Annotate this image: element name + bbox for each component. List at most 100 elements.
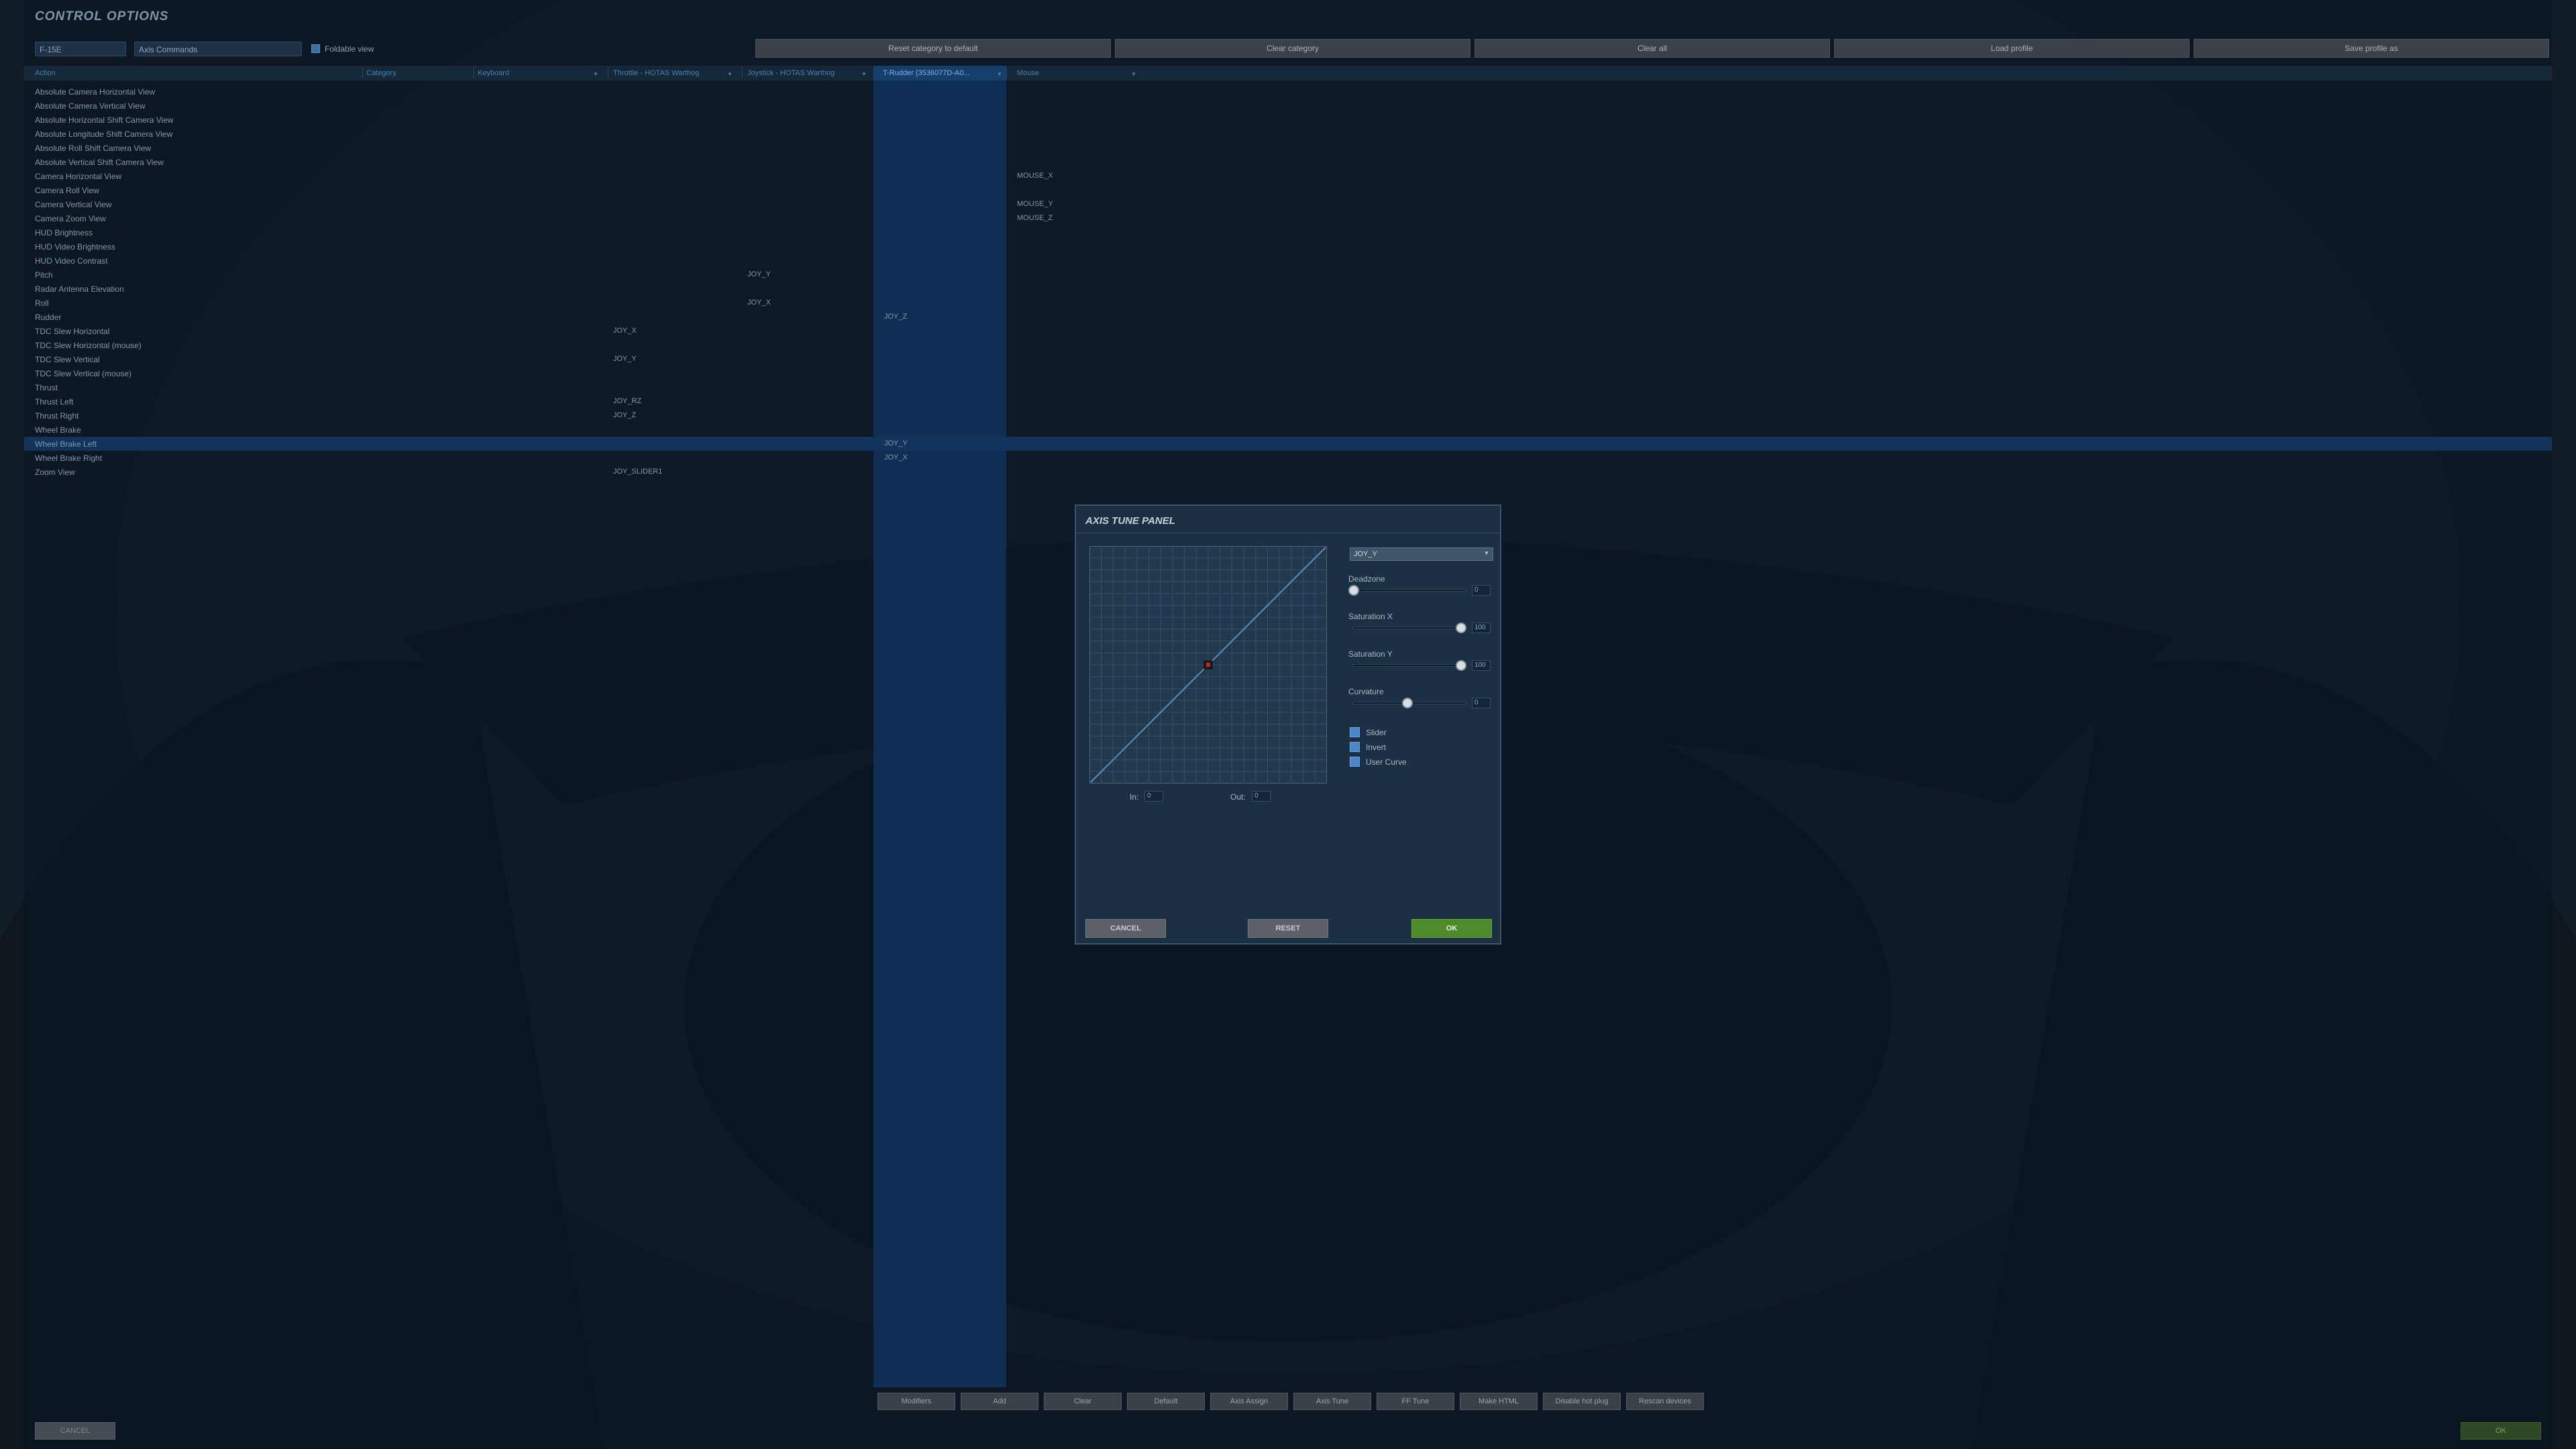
rudder-binding[interactable]: JOY_X [884,453,908,462]
ff-tune-button[interactable]: FF Tune [1377,1393,1454,1410]
out-value: 0 [1252,791,1271,802]
throttle-binding[interactable]: JOY_Z [613,411,636,419]
table-row[interactable] [24,366,2552,380]
deadzone-slider-handle[interactable] [1348,585,1359,596]
table-row[interactable] [24,324,2552,338]
table-row[interactable] [24,437,2552,451]
disable-hot-plug-button[interactable]: Disable hot plug [1543,1393,1621,1410]
saturation-y-slider-track[interactable] [1352,664,1466,667]
table-row[interactable] [24,282,2552,296]
axis-tune-button[interactable]: Axis Tune [1293,1393,1371,1410]
table-row[interactable] [24,155,2552,169]
mouse-binding[interactable]: MOUSE_Y [1017,200,1053,208]
axis-assign-button[interactable]: Axis Assign [1210,1393,1288,1410]
action-name: Wheel Brake Right [35,453,103,463]
curvature-slider-handle[interactable] [1402,698,1413,708]
axis-curve-graph[interactable] [1089,546,1327,784]
reset-category-button[interactable]: Reset category to default [755,39,1111,58]
joystick-binding[interactable]: JOY_Y [747,270,771,278]
table-row[interactable] [24,310,2552,324]
column-header-bar [24,66,2552,80]
axis-tune-reset-button[interactable]: RESET [1248,919,1328,938]
action-name: Absolute Roll Shift Camera View [35,144,152,153]
default-button[interactable]: Default [1127,1393,1205,1410]
saturation-x-slider-handle[interactable] [1456,623,1466,633]
deadzone-value[interactable]: 0 [1472,585,1491,596]
column-throttle[interactable]: Throttle - HOTAS Warthog [613,69,699,77]
rudder-binding[interactable]: JOY_Z [884,313,907,321]
saturation-x-value[interactable]: 100 [1472,623,1491,633]
table-row[interactable] [24,225,2552,239]
slider-checkbox[interactable] [1350,727,1360,737]
table-row[interactable] [24,169,2552,183]
table-row[interactable] [24,113,2552,127]
throttle-binding[interactable]: JOY_RZ [613,397,641,405]
axis-select-dropdown[interactable]: JOY_Y [1350,547,1493,561]
table-row[interactable] [24,211,2552,225]
throttle-binding[interactable]: JOY_SLIDER1 [613,468,662,476]
rudder-binding[interactable]: JOY_Y [884,439,908,447]
rescan-devices-button[interactable]: Rescan devices [1626,1393,1704,1410]
throttle-binding[interactable]: JOY_Y [613,355,637,363]
clear-button[interactable]: Clear [1044,1393,1122,1410]
aircraft-select[interactable]: F-15E [35,42,126,56]
add-button[interactable]: Add [961,1393,1038,1410]
cancel-button[interactable]: CANCEL [35,1422,115,1440]
deadzone-slider-track[interactable] [1352,589,1466,592]
ok-button[interactable]: OK [2461,1422,2541,1440]
table-row[interactable] [24,183,2552,197]
axis-tune-ok-button[interactable]: OK [1411,919,1492,938]
table-row[interactable] [24,465,2552,479]
action-name: Absolute Vertical Shift Camera View [35,158,164,167]
column-joystick[interactable]: Joystick - HOTAS Warthog [747,69,835,77]
throttle-binding[interactable]: JOY_X [613,327,637,335]
column-divider [1006,67,1007,79]
table-row[interactable] [24,423,2552,437]
clear-all-button[interactable]: Clear all [1474,39,1830,58]
table-row[interactable] [24,352,2552,366]
table-row[interactable] [24,380,2552,394]
saturation-x-slider-track[interactable] [1352,627,1466,629]
saturation-y-slider-handle[interactable] [1456,660,1466,671]
column-mouse[interactable]: Mouse [1017,69,1039,77]
make-html-button[interactable]: Make HTML [1460,1393,1538,1410]
table-row[interactable] [24,338,2552,352]
action-name: Wheel Brake [35,425,81,435]
user-curve-checkbox[interactable] [1350,757,1360,767]
curvature-value[interactable]: 0 [1472,698,1491,708]
load-profile-button[interactable]: Load profile [1834,39,2190,58]
joystick-binding[interactable]: JOY_X [747,299,771,307]
clear-category-button[interactable]: Clear category [1115,39,1470,58]
category-select[interactable]: Axis Commands [134,42,302,56]
table-row[interactable] [24,127,2552,141]
table-row[interactable] [24,254,2552,268]
action-name: Camera Vertical View [35,200,112,209]
action-name: Camera Zoom View [35,214,106,223]
mouse-binding[interactable]: MOUSE_Z [1017,214,1053,222]
in-value: 0 [1144,791,1163,802]
table-row[interactable] [24,141,2552,155]
column-keyboard[interactable]: Keyboard [478,69,509,77]
foldable-view-label: Foldable view [325,44,374,54]
action-name: Camera Roll View [35,186,99,195]
table-row[interactable] [24,85,2552,99]
action-name: Absolute Horizontal Shift Camera View [35,115,174,125]
mouse-binding[interactable]: MOUSE_X [1017,172,1053,180]
table-row[interactable] [24,197,2552,211]
table-row[interactable] [24,451,2552,465]
column-category[interactable]: Category [366,69,396,77]
foldable-view-checkbox[interactable] [311,44,320,53]
table-row[interactable] [24,239,2552,254]
axis-tune-cancel-button[interactable]: CANCEL [1085,919,1166,938]
column-rudder[interactable]: T-Rudder {3536077D-A0... [883,69,970,77]
table-row[interactable] [24,99,2552,113]
table-row[interactable] [24,296,2552,310]
save-profile-as-button[interactable]: Save profile as [2194,39,2549,58]
table-row[interactable] [24,409,2552,423]
column-action[interactable]: Action [35,69,56,77]
table-row[interactable] [24,268,2552,282]
table-row[interactable] [24,394,2552,409]
modifiers-button[interactable]: Modifiers [877,1393,955,1410]
invert-checkbox[interactable] [1350,742,1360,752]
saturation-y-value[interactable]: 100 [1472,660,1491,671]
